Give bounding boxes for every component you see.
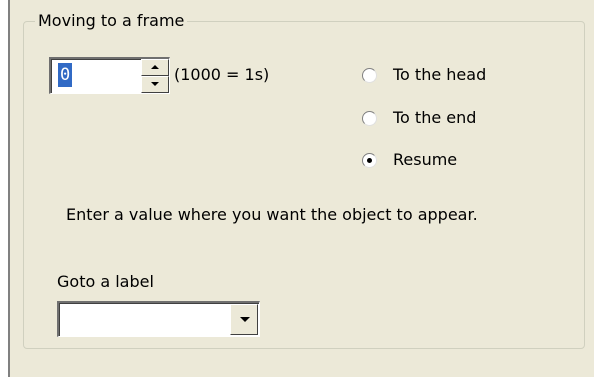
radio-label[interactable]: Resume [393,148,457,172]
frame-value-spinner[interactable]: 0 [49,57,170,94]
radio-circle-icon[interactable] [362,68,377,83]
chevron-down-icon [240,317,250,322]
goto-label: Goto a label [57,272,154,291]
radio-dot [367,158,372,163]
up-arrow-icon [151,65,159,69]
spinner-unit-caption: (1000 = 1s) [174,65,270,84]
group-title: Moving to a frame [35,10,188,32]
dropdown-button[interactable] [230,304,258,335]
goto-label-dropdown[interactable] [57,301,260,337]
radio-circle-checked-icon[interactable] [362,153,377,168]
spin-buttons [141,59,169,93]
radio-circle-icon[interactable] [362,111,377,126]
spin-down-button[interactable] [141,76,169,93]
down-arrow-icon [151,82,159,86]
spin-up-button[interactable] [141,59,169,76]
radio-label[interactable]: To the head [393,63,486,87]
info-text: Enter a value where you want the object … [66,205,478,224]
radio-label[interactable]: To the end [393,106,476,130]
dialog-panel: Moving to a frame 0 (1000 = 1s) To the h… [8,0,594,377]
frame-value-input[interactable]: 0 [58,63,73,87]
